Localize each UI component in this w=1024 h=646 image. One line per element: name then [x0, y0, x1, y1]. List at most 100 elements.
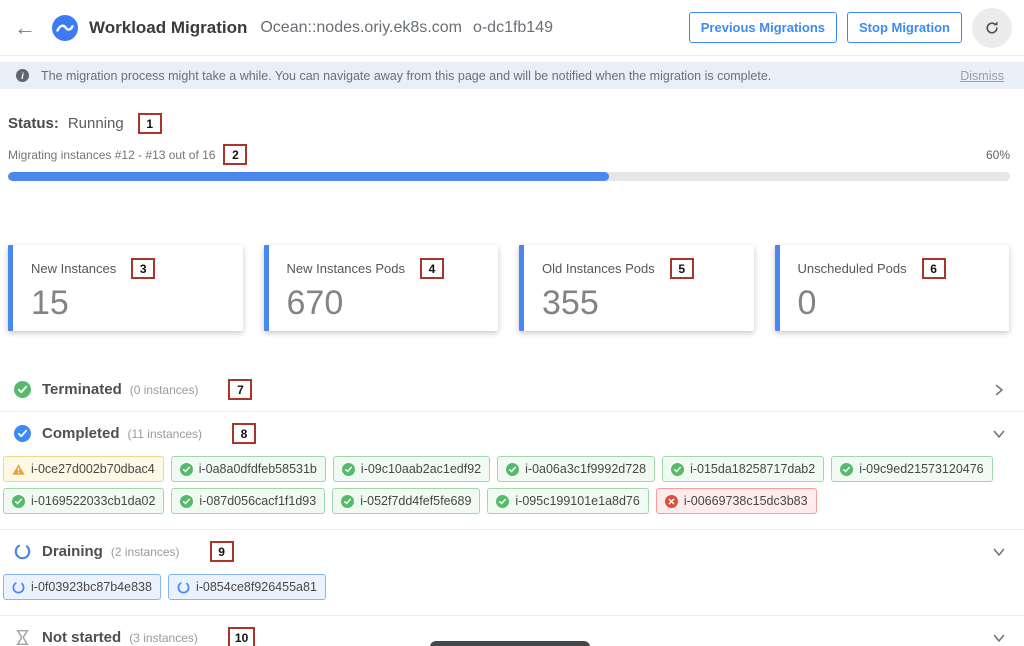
progress-bar-fill — [8, 172, 609, 181]
card-value: 670 — [287, 286, 489, 320]
previous-migrations-button[interactable]: Previous Migrations — [689, 12, 837, 43]
annotation-marker-2: 2 — [223, 144, 247, 165]
instance-chip[interactable]: i-09c9ed21573120476 — [831, 456, 992, 482]
top-bar: ← Workload Migration Ocean::nodes.oriy.e… — [0, 0, 1024, 56]
check-circle-icon — [341, 495, 354, 508]
instance-id: i-052f7dd4fef5fe689 — [360, 494, 471, 508]
status-value: Running — [68, 115, 124, 132]
card-new-instances-pods: New Instances Pods 4 670 — [264, 245, 499, 331]
section-name: Completed — [42, 425, 120, 442]
annotation-marker-1: 1 — [138, 113, 162, 134]
spinner-icon — [12, 581, 25, 594]
annotation-marker-7: 7 — [228, 379, 252, 400]
cutoff-overlay-bar — [430, 641, 590, 646]
annotation-marker-10: 10 — [228, 627, 255, 646]
section-count: (11 instances) — [128, 427, 202, 441]
section-terminated-header[interactable]: Terminated (0 instances) 7 — [0, 368, 1024, 411]
banner-message: The migration process might take a while… — [41, 69, 771, 83]
instance-id: i-0a8a0dfdfeb58531b — [199, 462, 317, 476]
section-count: (2 instances) — [111, 545, 180, 559]
instance-chip[interactable]: i-095c199101e1a8d76 — [487, 488, 648, 514]
info-banner: i The migration process might take a whi… — [0, 62, 1024, 89]
check-circle-icon — [506, 463, 519, 476]
annotation-marker-5: 5 — [670, 258, 694, 279]
instance-chip[interactable]: i-0a06a3c1f9992d728 — [497, 456, 655, 482]
annotation-marker-9: 9 — [210, 541, 234, 562]
instance-chip[interactable]: i-0a8a0dfdfeb58531b — [171, 456, 326, 482]
instance-chip[interactable]: i-09c10aab2ac1edf92 — [333, 456, 490, 482]
instance-id: i-09c10aab2ac1edf92 — [361, 462, 481, 476]
status-row: Status: Running 1 — [8, 113, 1010, 134]
section-completed-header[interactable]: Completed (11 instances) 8 — [0, 412, 1024, 455]
ocean-id: o-dc1fb149 — [473, 19, 553, 37]
check-circle-icon — [671, 463, 684, 476]
page-title: Workload Migration — [89, 18, 247, 38]
completed-chip-list: i-0ce27d002b70dbac4 i-0a8a0dfdfeb58531b … — [0, 455, 1024, 529]
chevron-down-icon[interactable] — [992, 631, 1006, 645]
section-count: (0 instances) — [130, 383, 199, 397]
progress-text: Migrating instances #12 - #13 out of 16 — [8, 148, 215, 162]
chevron-down-icon[interactable] — [992, 427, 1006, 441]
check-circle-icon — [840, 463, 853, 476]
instance-chip[interactable]: i-087d056cacf1f1d93 — [171, 488, 325, 514]
section-name: Terminated — [42, 381, 122, 398]
header-actions: Previous Migrations Stop Migration — [689, 8, 1012, 48]
stop-migration-button[interactable]: Stop Migration — [847, 12, 962, 43]
annotation-marker-6: 6 — [922, 258, 946, 279]
instance-chip[interactable]: i-0169522033cb1da02 — [3, 488, 164, 514]
instance-id: i-09c9ed21573120476 — [859, 462, 983, 476]
check-circle-icon — [14, 425, 31, 442]
instance-id: i-015da18258717dab2 — [690, 462, 815, 476]
error-circle-icon — [665, 495, 678, 508]
instance-chip[interactable]: i-00669738c15dc3b83 — [656, 488, 817, 514]
instance-chip[interactable]: i-052f7dd4fef5fe689 — [332, 488, 480, 514]
instance-id: i-095c199101e1a8d76 — [515, 494, 639, 508]
card-value: 15 — [31, 286, 233, 320]
instance-id: i-0ce27d002b70dbac4 — [31, 462, 155, 476]
chevron-right-icon[interactable] — [992, 383, 1006, 397]
instance-chip[interactable]: i-0854ce8f926455a81 — [168, 574, 326, 600]
warning-triangle-icon — [12, 463, 25, 476]
annotation-marker-3: 3 — [131, 258, 155, 279]
check-circle-icon — [180, 495, 193, 508]
chevron-down-icon[interactable] — [992, 545, 1006, 559]
check-circle-icon — [12, 495, 25, 508]
status-label: Status: — [8, 115, 59, 132]
progress-percent: 60% — [986, 148, 1010, 162]
instance-sections: Terminated (0 instances) 7 Completed (11… — [0, 368, 1024, 646]
card-old-instances-pods: Old Instances Pods 5 355 — [519, 245, 754, 331]
draining-chip-list: i-0f03923bc87b4e838 i-0854ce8f926455a81 — [0, 573, 1024, 615]
section-name: Not started — [42, 629, 121, 646]
check-circle-icon — [14, 381, 31, 398]
check-circle-icon — [180, 463, 193, 476]
section-draining: Draining (2 instances) 9 i-0f03923bc87b4… — [0, 530, 1024, 616]
instance-id: i-0a06a3c1f9992d728 — [525, 462, 646, 476]
section-draining-header[interactable]: Draining (2 instances) 9 — [0, 530, 1024, 573]
metric-cards: New Instances 3 15 New Instances Pods 4 … — [8, 245, 1009, 331]
progress-label-row: Migrating instances #12 - #13 out of 16 … — [8, 144, 1010, 165]
check-circle-icon — [496, 495, 509, 508]
refresh-button[interactable] — [972, 8, 1012, 48]
instance-id: i-00669738c15dc3b83 — [684, 494, 808, 508]
refresh-icon — [983, 19, 1001, 37]
instance-id: i-0854ce8f926455a81 — [196, 580, 317, 594]
instance-chip[interactable]: i-0f03923bc87b4e838 — [3, 574, 161, 600]
info-icon: i — [16, 69, 29, 82]
dismiss-link[interactable]: Dismiss — [960, 69, 1004, 83]
instance-chip[interactable]: i-015da18258717dab2 — [662, 456, 824, 482]
cluster-name: Ocean::nodes.oriy.ek8s.com — [260, 19, 462, 37]
instance-chip[interactable]: i-0ce27d002b70dbac4 — [3, 456, 164, 482]
spinner-icon — [177, 581, 190, 594]
back-arrow-icon[interactable]: ← — [14, 17, 36, 39]
section-terminated: Terminated (0 instances) 7 — [0, 368, 1024, 412]
card-label: New Instances Pods — [287, 261, 406, 276]
annotation-marker-8: 8 — [232, 423, 256, 444]
spinner-icon — [14, 543, 31, 560]
card-new-instances: New Instances 3 15 — [8, 245, 243, 331]
progress-bar — [8, 172, 1010, 181]
card-label: New Instances — [31, 261, 116, 276]
annotation-marker-4: 4 — [420, 258, 444, 279]
card-value: 0 — [798, 286, 1000, 320]
instance-id: i-087d056cacf1f1d93 — [199, 494, 316, 508]
section-name: Draining — [42, 543, 103, 560]
